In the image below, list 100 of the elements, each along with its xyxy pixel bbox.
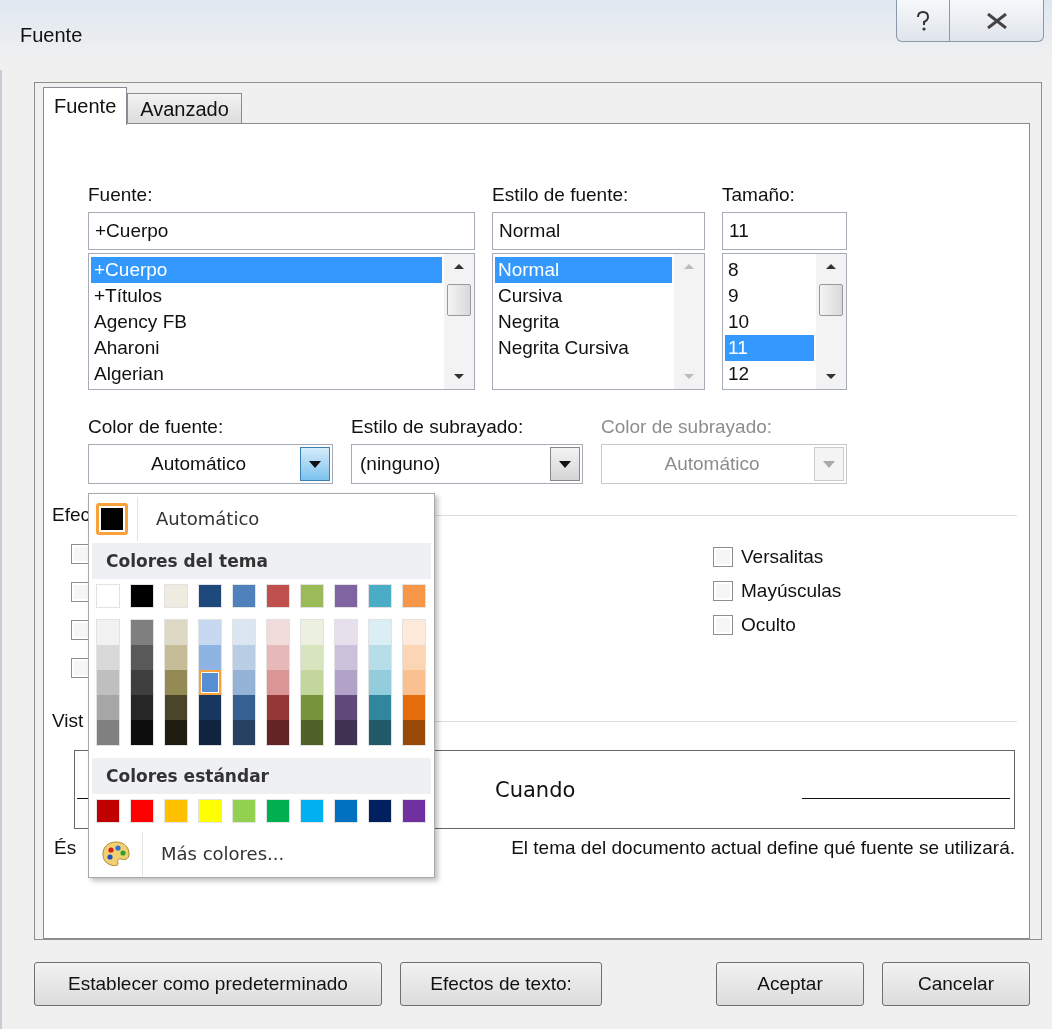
scroll-down-icon[interactable] <box>453 373 465 381</box>
list-item[interactable]: Negrita Cursiva <box>495 335 672 361</box>
color-swatch[interactable] <box>369 620 391 645</box>
tab[interactable]: Avanzado <box>127 93 242 123</box>
dropdown[interactable]: Automático <box>88 444 333 484</box>
color-swatch[interactable] <box>267 620 289 645</box>
color-swatch[interactable] <box>301 695 323 720</box>
color-swatch[interactable] <box>403 720 425 745</box>
color-swatch[interactable] <box>301 720 323 745</box>
color-swatch[interactable] <box>199 670 221 695</box>
list-box[interactable]: 8 9 10 11 12 <box>722 253 847 390</box>
color-swatch[interactable] <box>199 695 221 720</box>
dialog-button[interactable]: Cancelar <box>882 962 1030 1006</box>
color-swatch[interactable] <box>165 620 187 645</box>
color-swatch[interactable] <box>131 670 153 695</box>
dialog-button[interactable]: Aceptar <box>716 962 864 1006</box>
color-swatch[interactable] <box>369 695 391 720</box>
color-swatch[interactable] <box>233 670 255 695</box>
scrollbar[interactable] <box>444 254 474 389</box>
color-swatch[interactable] <box>131 695 153 720</box>
color-swatch[interactable] <box>131 620 153 645</box>
menu-heading: Colores estándar <box>92 758 431 794</box>
help-button[interactable] <box>896 0 950 42</box>
color-swatch[interactable] <box>403 695 425 720</box>
color-swatch[interactable] <box>335 620 357 645</box>
checkbox[interactable] <box>71 620 91 640</box>
color-swatch[interactable] <box>199 720 221 745</box>
color-swatch[interactable] <box>403 645 425 670</box>
menu-item[interactable]: Automático <box>92 497 431 541</box>
list-box[interactable]: +Cuerpo +Títulos Agency FB Aharoni Algerian <box>88 253 475 390</box>
scroll-up-icon[interactable] <box>453 262 465 270</box>
list-item[interactable]: Aharoni <box>91 335 442 361</box>
color-swatch[interactable] <box>267 645 289 670</box>
color-swatch[interactable] <box>97 670 119 695</box>
color-swatch[interactable] <box>369 720 391 745</box>
color-swatch[interactable] <box>199 645 221 670</box>
dropdown[interactable]: (ninguno) <box>351 444 583 484</box>
color-swatch[interactable] <box>403 620 425 645</box>
checkbox[interactable] <box>71 658 91 678</box>
color-swatch[interactable] <box>301 670 323 695</box>
color-swatch[interactable] <box>369 670 391 695</box>
checkbox[interactable] <box>713 615 733 635</box>
color-swatch[interactable] <box>131 645 153 670</box>
color-swatch[interactable] <box>131 720 153 745</box>
list-item[interactable]: Agency FB <box>91 309 442 335</box>
checkbox[interactable] <box>713 581 733 601</box>
color-swatch[interactable] <box>335 645 357 670</box>
text-field[interactable]: +Cuerpo <box>88 212 475 250</box>
menu-item[interactable]: Más colores... <box>92 832 431 876</box>
color-swatch[interactable] <box>335 695 357 720</box>
color-swatch[interactable] <box>97 620 119 645</box>
color-swatch[interactable] <box>233 720 255 745</box>
scrollbar[interactable] <box>816 254 846 389</box>
scrollbar-thumb[interactable] <box>447 284 471 316</box>
color-swatch[interactable] <box>233 645 255 670</box>
field-label: Color de fuente: <box>88 416 225 439</box>
field-label: Color de subrayado: <box>601 416 774 439</box>
list-box[interactable]: Normal Cursiva Negrita Negrita Cursiva <box>492 253 705 390</box>
close-button[interactable] <box>950 0 1044 42</box>
checkbox[interactable] <box>713 547 733 567</box>
list-item[interactable]: 10 <box>725 309 814 335</box>
caret-icon <box>823 460 835 468</box>
color-swatch[interactable] <box>165 670 187 695</box>
list-item[interactable]: 8 <box>725 257 814 283</box>
dialog-button[interactable]: Establecer como predeterminado <box>34 962 382 1006</box>
dialog-button[interactable]: Efectos de texto: <box>400 962 602 1006</box>
color-swatch[interactable] <box>97 695 119 720</box>
list-item[interactable]: Cursiva <box>495 283 672 309</box>
color-swatch[interactable] <box>233 695 255 720</box>
color-swatch[interactable] <box>165 695 187 720</box>
color-swatch[interactable] <box>267 695 289 720</box>
color-swatch[interactable] <box>233 620 255 645</box>
color-swatch[interactable] <box>165 720 187 745</box>
list-item[interactable]: Negrita <box>495 309 672 335</box>
color-swatch[interactable] <box>301 645 323 670</box>
color-swatch[interactable] <box>335 670 357 695</box>
color-swatch[interactable] <box>335 720 357 745</box>
color-swatch[interactable] <box>165 645 187 670</box>
text-field[interactable]: 11 <box>722 212 847 250</box>
color-swatch[interactable] <box>97 720 119 745</box>
color-swatch[interactable] <box>96 503 128 535</box>
list-item[interactable]: 9 <box>725 283 814 309</box>
color-swatch[interactable] <box>301 620 323 645</box>
scroll-up-icon[interactable] <box>825 262 837 270</box>
list-item[interactable]: +Títulos <box>91 283 442 309</box>
tab[interactable]: Fuente <box>43 87 128 125</box>
scrollbar-thumb[interactable] <box>819 284 843 316</box>
color-swatch[interactable] <box>97 645 119 670</box>
color-swatch[interactable] <box>267 720 289 745</box>
checkbox[interactable] <box>71 582 91 602</box>
color-swatch[interactable] <box>199 620 221 645</box>
color-swatch[interactable] <box>267 670 289 695</box>
color-swatch[interactable] <box>403 670 425 695</box>
checkbox[interactable] <box>71 544 91 564</box>
list-item[interactable]: Algerian <box>91 361 442 387</box>
checkbox-label: Oculto <box>741 614 796 636</box>
color-swatch[interactable] <box>369 645 391 670</box>
text-field[interactable]: Normal <box>492 212 705 250</box>
list-item[interactable]: 12 <box>725 361 814 387</box>
scroll-down-icon[interactable] <box>825 373 837 381</box>
